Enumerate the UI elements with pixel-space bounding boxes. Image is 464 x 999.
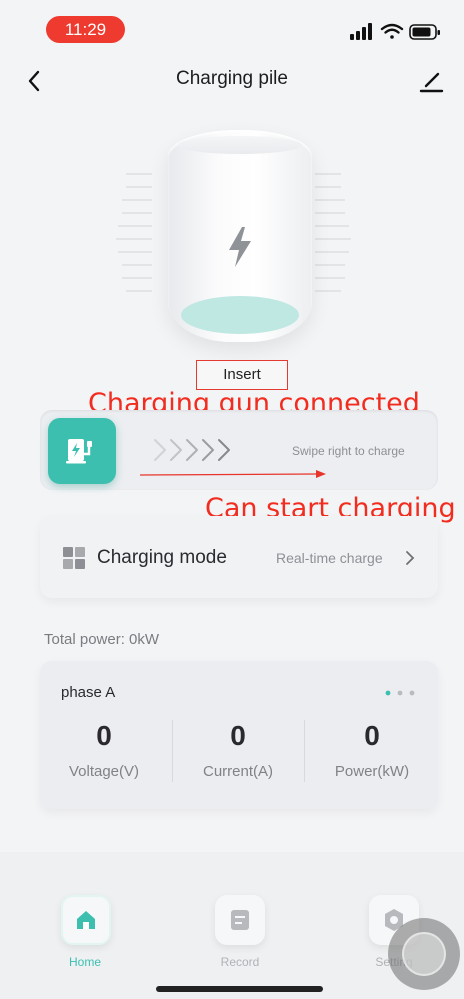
signal-icon (350, 23, 372, 40)
edit-button[interactable] (416, 66, 446, 96)
power-label: Power(kW) (334, 763, 410, 780)
charging-mode-label: Charging mode (97, 547, 227, 568)
swipe-chevrons (154, 439, 230, 461)
status-icons (350, 23, 440, 40)
voltage-value: 0 (96, 720, 112, 751)
swipe-hint: Swipe right to charge (292, 444, 405, 458)
total-power: Total power: 0kW (44, 631, 160, 648)
wifi-icon (380, 23, 404, 39)
nav-home[interactable] (61, 895, 111, 945)
pile-base-glow (181, 296, 299, 334)
charging-mode-value: Real-time charge (276, 550, 383, 566)
pencil-icon (419, 72, 444, 93)
lightning-bolt-icon (229, 227, 251, 267)
red-arrow-annotation (140, 470, 326, 478)
home-icon (77, 911, 95, 929)
page-indicator-dots[interactable] (384, 689, 416, 697)
record-icon (231, 910, 249, 930)
chevron-right-icon (406, 551, 415, 565)
connection-status: Insert (196, 360, 288, 390)
nav-home-label[interactable]: Home (45, 955, 125, 969)
voltage-label: Voltage(V) (68, 763, 140, 780)
power-value: 0 (364, 720, 380, 751)
current-value: 0 (230, 720, 246, 751)
home-indicator[interactable] (156, 986, 323, 992)
nav-record-label[interactable]: Record (200, 955, 280, 969)
metric-divider (304, 720, 305, 782)
nav-record[interactable] (215, 895, 265, 945)
phase-title: phase A (61, 684, 116, 701)
assistive-touch-inner (402, 932, 446, 976)
battery-icon (409, 24, 440, 40)
charger-plug-icon (66, 439, 92, 464)
scale-ticks-left (116, 173, 152, 292)
status-time: 11:29 (46, 16, 125, 43)
swipe-handle[interactable] (48, 418, 116, 484)
scale-ticks-right (315, 173, 351, 292)
page-title: Charging pile (176, 68, 288, 89)
current-label: Current(A) (202, 763, 273, 780)
grid-icon (63, 547, 85, 569)
pile-top (178, 136, 302, 154)
